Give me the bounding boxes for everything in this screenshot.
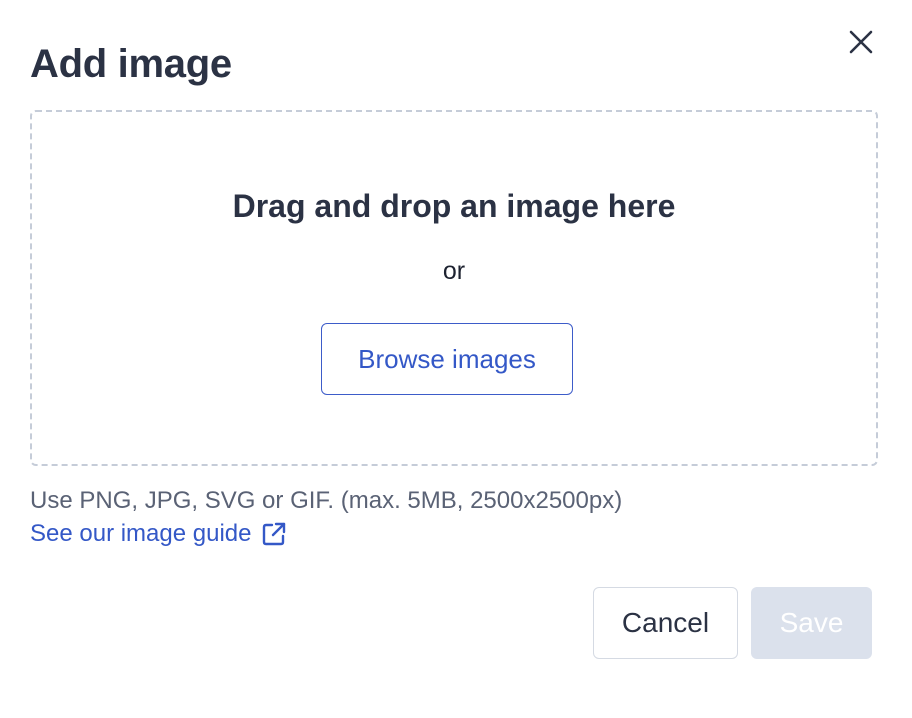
external-link-icon bbox=[261, 521, 287, 547]
browse-images-button[interactable]: Browse images bbox=[321, 323, 573, 395]
save-button[interactable]: Save bbox=[751, 587, 872, 659]
close-icon bbox=[848, 29, 874, 55]
image-guide-link-label: See our image guide bbox=[30, 520, 252, 547]
image-dropzone[interactable]: Drag and drop an image here or Browse im… bbox=[30, 110, 878, 466]
add-image-dialog: Add image Drag and drop an image here or… bbox=[0, 0, 912, 718]
cancel-button[interactable]: Cancel bbox=[593, 587, 738, 659]
dropzone-separator: or bbox=[442, 257, 466, 285]
dialog-title: Add image bbox=[30, 42, 232, 86]
close-button[interactable] bbox=[842, 23, 880, 61]
file-requirements-text: Use PNG, JPG, SVG or GIF. (max. 5MB, 250… bbox=[30, 487, 623, 514]
image-guide-link[interactable]: See our image guide bbox=[30, 519, 287, 549]
dropzone-heading: Drag and drop an image here bbox=[232, 188, 676, 224]
